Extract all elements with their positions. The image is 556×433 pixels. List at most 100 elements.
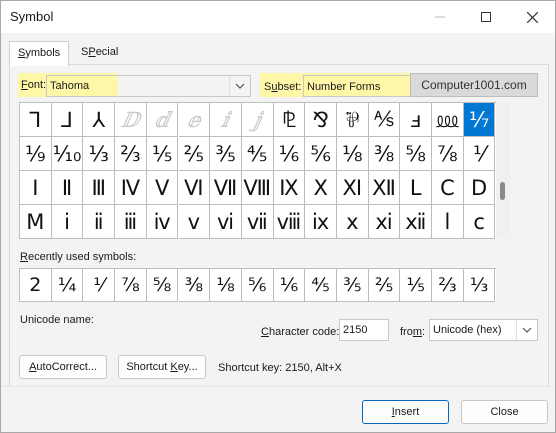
shortcut-key-button[interactable]: Shortcut Key... bbox=[118, 355, 206, 379]
recent-symbol-cell[interactable]: ⅗ bbox=[337, 269, 369, 302]
symbol-cell[interactable]: ⅞ bbox=[432, 137, 464, 171]
symbol-cell[interactable]: ⅌ bbox=[337, 103, 369, 137]
symbol-cell[interactable]: ⅇ bbox=[178, 103, 211, 137]
recent-symbol-cell[interactable]: ¼ bbox=[51, 269, 84, 302]
symbol-cell[interactable]: ⅋ bbox=[305, 103, 337, 137]
symbol-cell[interactable]: Ⅾ bbox=[463, 171, 496, 205]
character-code-input[interactable]: 2150 bbox=[339, 319, 389, 341]
maximize-button[interactable] bbox=[463, 1, 509, 33]
tab-symbols[interactable]: Symbols bbox=[9, 41, 70, 66]
symbol-cell[interactable]: Ⅴ bbox=[146, 171, 179, 205]
symbol-grid: ⅂ ⅃ ⅄ ⅅⅆ ⅇ ⅈ ⅉ ⅊ ⅋ ⅌ ⅍ ⅎ ⅏ ⅐ ⅑ ⅒ ⅓ ⅔ ⅕ ⅖ ⅗ ⅘ ⅙ ⅚ ⅛ ⅜ ⅝ ⅞ ⅟ Ⅰ Ⅱ Ⅲ Ⅳ Ⅴ Ⅵ Ⅶ Ⅷ Ⅸ Ⅹ… bbox=[19, 102, 496, 239]
symbol-cell[interactable]: ⅈ bbox=[210, 103, 242, 137]
symbol-cell[interactable]: Ⅲ bbox=[83, 171, 116, 205]
recent-symbol-cell[interactable]: ⅛ bbox=[210, 269, 242, 302]
symbol-cell[interactable]: ⅝ bbox=[400, 137, 433, 171]
recent-symbol-cell[interactable]: ⅟ bbox=[83, 269, 116, 302]
symbol-cell[interactable]: Ⅼ bbox=[400, 171, 433, 205]
symbol-cell[interactable]: ⅊ bbox=[273, 103, 306, 137]
recent-symbol-cell[interactable]: ⅔ bbox=[432, 269, 464, 302]
symbol-cell[interactable]: ⅄ bbox=[83, 103, 116, 137]
insert-button[interactable]: Insert bbox=[362, 400, 449, 424]
symbol-cell[interactable]: ⅟ bbox=[463, 137, 496, 171]
symbol-cell[interactable]: Ⅿ bbox=[20, 205, 52, 239]
recent-symbol-cell[interactable]: ⅖ bbox=[368, 269, 401, 302]
symbol-cell[interactable]: ⅸ bbox=[305, 205, 337, 239]
symbol-cell[interactable]: ⅎ bbox=[400, 103, 433, 137]
recent-symbol-cell[interactable]: ⅙ bbox=[273, 269, 306, 302]
recent-label: Recently used symbols: bbox=[20, 251, 137, 263]
symbol-cell[interactable]: ⅗ bbox=[210, 137, 242, 171]
symbol-cell[interactable]: Ⅺ bbox=[337, 171, 369, 205]
symbol-cell[interactable]: ⅱ bbox=[83, 205, 116, 239]
symbol-cell[interactable]: ⅜ bbox=[368, 137, 401, 171]
font-dropdown[interactable]: Tahoma bbox=[46, 75, 251, 97]
autocorrect-button[interactable]: AutoCorrect... bbox=[19, 355, 107, 379]
recent-symbol-cell[interactable]: ⅘ bbox=[305, 269, 337, 302]
symbol-cell[interactable]: ⅶ bbox=[241, 205, 274, 239]
minimize-button[interactable] bbox=[417, 1, 463, 33]
recent-symbol-cell[interactable]: ⅞ bbox=[115, 269, 147, 302]
symbol-cell[interactable]: ⅂ bbox=[20, 103, 52, 137]
symbol-cell[interactable]: ⅰ bbox=[51, 205, 84, 239]
symbol-cell[interactable]: ⅍ bbox=[368, 103, 401, 137]
symbol-cell[interactable]: Ⅷ bbox=[241, 171, 274, 205]
symbol-cell[interactable]: ⅉ bbox=[241, 103, 274, 137]
close-button[interactable]: Close bbox=[461, 400, 548, 424]
scrollbar-thumb[interactable] bbox=[500, 182, 505, 200]
symbol-cell[interactable]: Ⅹ bbox=[305, 171, 337, 205]
symbol-cell[interactable]: Ⅶ bbox=[210, 171, 242, 205]
symbol-cell[interactable]: Ⅱ bbox=[51, 171, 84, 205]
symbol-cell[interactable]: Ⅽ bbox=[432, 171, 464, 205]
symbol-cell[interactable]: ⅷ bbox=[273, 205, 306, 239]
symbol-cell[interactable]: ⅳ bbox=[146, 205, 179, 239]
symbol-cell[interactable]: ⅒ bbox=[51, 137, 84, 171]
symbol-cell[interactable]: ⅏ bbox=[432, 103, 464, 137]
symbol-cell[interactable]: ⅖ bbox=[178, 137, 211, 171]
symbol-cell[interactable]: ⅲ bbox=[115, 205, 147, 239]
recent-symbol-cell[interactable]: ⅝ bbox=[146, 269, 179, 302]
symbol-cell[interactable]: ⅽ bbox=[463, 205, 496, 239]
window-title: Symbol bbox=[10, 9, 54, 24]
recent-symbol-cell[interactable]: ⅓ bbox=[463, 269, 496, 302]
symbol-cell[interactable]: Ⅳ bbox=[115, 171, 147, 205]
character-code-value: 2150 bbox=[343, 324, 368, 336]
symbol-dialog: Symbol Symbols SPecial Characters Font: … bbox=[0, 0, 556, 433]
symbol-cell[interactable]: ⅘ bbox=[241, 137, 274, 171]
maximize-icon bbox=[481, 12, 491, 22]
recent-symbol-cell[interactable]: ⅕ bbox=[400, 269, 433, 302]
symbol-cell[interactable]: ⅻ bbox=[400, 205, 433, 239]
symbol-cell[interactable]: ⅓ bbox=[83, 137, 116, 171]
symbol-cell[interactable]: ⅑ bbox=[20, 137, 52, 171]
tab-special-characters[interactable]: SPecial Characters bbox=[73, 41, 143, 80]
from-value: Unicode (hex) bbox=[433, 324, 502, 336]
subset-dropdown[interactable]: Number Forms bbox=[303, 75, 410, 97]
symbol-cell[interactable]: ⅼ bbox=[432, 205, 464, 239]
font-value: Tahoma bbox=[50, 80, 90, 92]
recent-symbol-cell[interactable]: ⅚ bbox=[241, 269, 274, 302]
symbol-cell[interactable]: ⅕ bbox=[146, 137, 179, 171]
symbol-cell[interactable]: ⅹ bbox=[337, 205, 369, 239]
recent-symbols: 2¼⅟⅞⅝⅜⅛⅚⅙⅘⅗⅖⅕⅔⅓ bbox=[19, 268, 496, 302]
close-window-button[interactable] bbox=[509, 1, 555, 33]
watermark-label: Computer1001.com bbox=[410, 73, 538, 97]
recent-symbol-cell[interactable]: 2 bbox=[20, 269, 52, 302]
symbol-cell[interactable]: ⅚ bbox=[305, 137, 337, 171]
symbol-cell[interactable]: Ⅰ bbox=[20, 171, 52, 205]
recent-symbol-cell[interactable]: ⅜ bbox=[178, 269, 211, 302]
symbol-cell[interactable]: ⅛ bbox=[337, 137, 369, 171]
symbol-cell[interactable]: ⅅ bbox=[115, 103, 147, 137]
symbol-cell[interactable]: ⅔ bbox=[115, 137, 147, 171]
symbol-cell[interactable]: Ⅻ bbox=[368, 171, 401, 205]
symbol-cell[interactable]: ⅆ bbox=[146, 103, 179, 137]
symbol-cell[interactable]: ⅙ bbox=[273, 137, 306, 171]
symbol-grid-scrollbar[interactable] bbox=[496, 102, 510, 238]
symbol-cell[interactable]: ⅺ bbox=[368, 205, 401, 239]
symbol-cell[interactable]: ⅃ bbox=[51, 103, 84, 137]
from-dropdown[interactable]: Unicode (hex) bbox=[429, 319, 538, 341]
symbol-cell[interactable]: Ⅸ bbox=[273, 171, 306, 205]
symbol-cell[interactable]: ⅐ bbox=[463, 103, 496, 137]
symbol-cell[interactable]: ⅵ bbox=[210, 205, 242, 239]
symbol-cell[interactable]: ⅴ bbox=[178, 205, 211, 239]
symbol-cell[interactable]: Ⅵ bbox=[178, 171, 211, 205]
